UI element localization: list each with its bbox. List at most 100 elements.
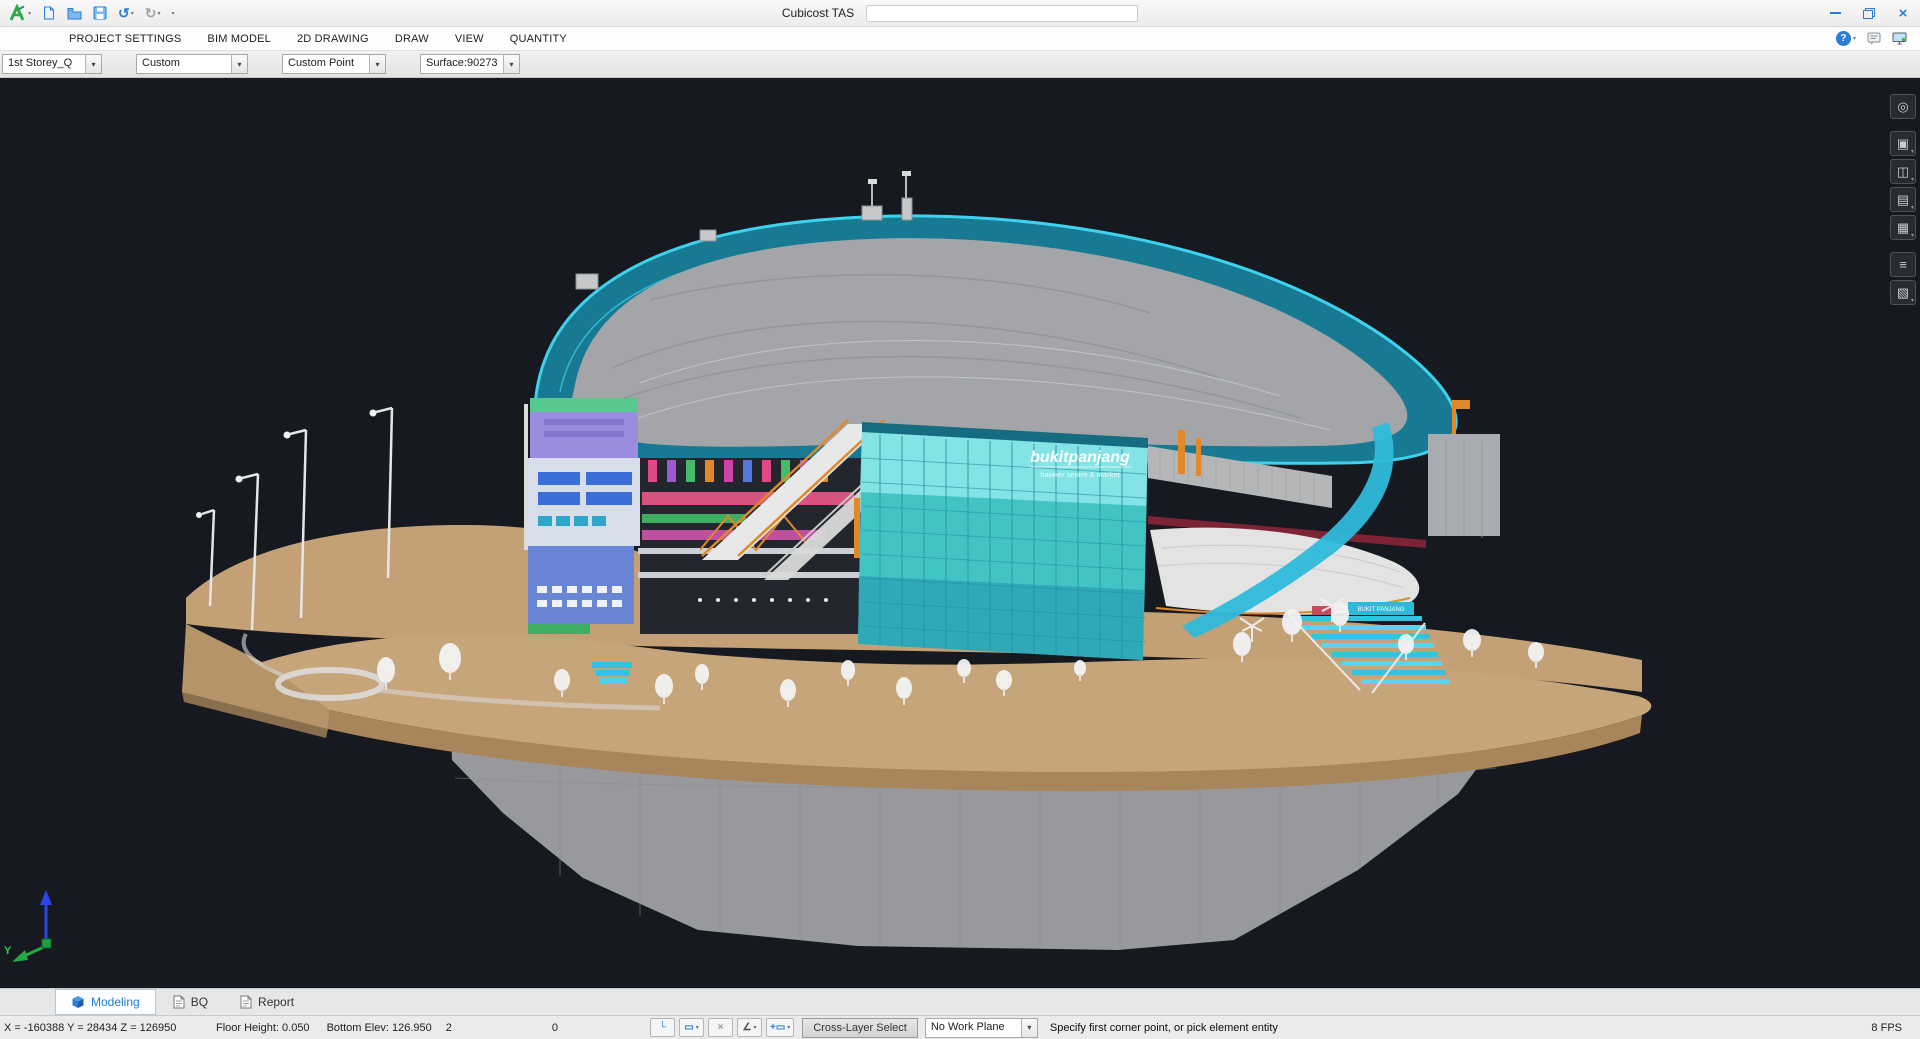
restore-button[interactable] bbox=[1852, 0, 1886, 26]
element-select[interactable]: Custom ▾ bbox=[136, 54, 248, 74]
menu-2d-drawing[interactable]: 2D DRAWING bbox=[284, 27, 382, 50]
document-icon bbox=[240, 995, 252, 1009]
coord-input-icon: +▭ bbox=[770, 1022, 785, 1033]
layers-icon: ≡ bbox=[1899, 257, 1907, 272]
menu-quantity[interactable]: QUANTITY bbox=[497, 27, 580, 50]
chevron-down-icon[interactable]: ▾ bbox=[85, 55, 101, 73]
window-controls: × bbox=[1818, 0, 1920, 26]
menu-project-settings[interactable]: PROJECT SETTINGS bbox=[56, 27, 194, 50]
building-sign-title: bukitpanjang bbox=[1030, 449, 1130, 466]
redo-icon: ↻ bbox=[145, 6, 157, 20]
work-plane-select[interactable]: No Work Plane ▾ bbox=[925, 1018, 1038, 1038]
menu-draw[interactable]: DRAW bbox=[382, 27, 442, 50]
menu-view[interactable]: VIEW bbox=[442, 27, 497, 50]
title-search-box[interactable] bbox=[866, 5, 1138, 22]
element-panel-button[interactable]: ▧ ▾ bbox=[1890, 280, 1916, 305]
undo-icon: ↺ bbox=[118, 6, 130, 20]
tab-report[interactable]: Report bbox=[225, 989, 309, 1015]
cursor-coordinates: X = -160388 Y = 28434 Z = 126950 bbox=[4, 1022, 208, 1034]
app-menu-button[interactable]: ▾ bbox=[6, 3, 32, 23]
ortho-mode-button[interactable]: └ bbox=[650, 1018, 675, 1037]
remote-assist-button[interactable] bbox=[1892, 32, 1907, 45]
glass-facade: bukitpanjang hawker centre & market bbox=[854, 422, 1148, 660]
bottom-elev-label: Bottom Elev: 126.950 bbox=[327, 1022, 432, 1034]
tab-report-label: Report bbox=[258, 995, 294, 1009]
chevron-down-icon: ▾ bbox=[753, 1024, 756, 1031]
chevron-down-icon: ▾ bbox=[787, 1024, 790, 1031]
menu-bar: PROJECT SETTINGS BIM MODEL 2D DRAWING DR… bbox=[0, 27, 1920, 51]
menu-bim-model[interactable]: BIM MODEL bbox=[194, 27, 284, 50]
layer-tools-group: ≡ ▧ ▾ bbox=[1890, 252, 1916, 305]
building-left-tower bbox=[524, 398, 640, 634]
feedback-icon bbox=[1867, 32, 1881, 45]
open-folder-icon bbox=[67, 7, 82, 20]
help-button[interactable]: ? ▾ bbox=[1836, 31, 1856, 46]
tab-bq-label: BQ bbox=[191, 995, 208, 1009]
undo-button[interactable]: ↺ ▾ bbox=[117, 5, 135, 21]
new-file-button[interactable] bbox=[41, 5, 57, 21]
display-style-button[interactable]: ◫ ▾ bbox=[1890, 159, 1916, 184]
close-button[interactable]: × bbox=[1886, 0, 1920, 26]
save-button[interactable] bbox=[92, 5, 108, 21]
count-field-a: 2 bbox=[446, 1022, 452, 1034]
model-3d-view[interactable]: bukitpanjang hawker centre & market bbox=[0, 78, 1920, 988]
layers-button[interactable]: ≡ bbox=[1890, 252, 1916, 277]
chevron-down-icon: ▾ bbox=[28, 10, 31, 17]
chevron-down-icon: ▾ bbox=[1911, 148, 1914, 155]
display-style-icon: ◫ bbox=[1897, 164, 1909, 180]
redo-button[interactable]: ↻ ▾ bbox=[144, 5, 162, 21]
angle-snap-button[interactable]: ∠ ▾ bbox=[737, 1018, 762, 1037]
coordinate-input-button[interactable]: +▭ ▾ bbox=[766, 1018, 794, 1037]
snap-toggle-button[interactable]: × bbox=[708, 1018, 733, 1037]
chevron-down-icon[interactable]: ▾ bbox=[231, 55, 247, 73]
section-box-icon: ▦ bbox=[1897, 220, 1909, 236]
axis-y-label: Y bbox=[4, 945, 12, 957]
feedback-button[interactable] bbox=[1867, 32, 1881, 45]
building-sign-subtitle: hawker centre & market bbox=[1040, 470, 1120, 479]
chevron-down-icon: ▾ bbox=[696, 1024, 699, 1031]
view-tools-group: ▣ ▾ ◫ ▾ ▤ ▾ ▦ ▾ bbox=[1890, 131, 1916, 240]
tab-modeling[interactable]: Modeling bbox=[55, 989, 156, 1015]
section-box-button[interactable]: ▦ ▾ bbox=[1890, 215, 1916, 240]
open-file-button[interactable] bbox=[66, 6, 83, 21]
viewport-tool-column: ◎ ▣ ▾ ◫ ▾ ▤ ▾ ▦ ▾ bbox=[1890, 94, 1916, 305]
new-file-icon bbox=[42, 6, 56, 20]
window-select-button[interactable]: ▭ ▾ bbox=[679, 1018, 704, 1037]
point-mode-select[interactable]: Custom Point ▾ bbox=[282, 54, 386, 74]
chevron-down-icon[interactable]: ▾ bbox=[369, 55, 385, 73]
orbit-view-button[interactable]: ◎ bbox=[1890, 94, 1916, 119]
storey-select[interactable]: 1st Storey_Q ▾ bbox=[2, 54, 102, 74]
minimize-button[interactable] bbox=[1818, 0, 1852, 26]
chevron-down-icon: ▾ bbox=[1853, 35, 1856, 42]
monitor-icon bbox=[1892, 32, 1907, 45]
point-mode-value: Custom Point bbox=[283, 55, 369, 73]
customize-toolbar-button[interactable]: ▾ bbox=[171, 9, 176, 18]
title-area: Cubicost TAS bbox=[0, 0, 1920, 26]
visual-style-button[interactable]: ▤ ▾ bbox=[1890, 187, 1916, 212]
surface-select[interactable]: Surface:90273 ▾ bbox=[420, 54, 520, 74]
chevron-down-icon[interactable]: ▾ bbox=[1021, 1019, 1037, 1037]
viewport-3d[interactable]: bukitpanjang hawker centre & market bbox=[0, 78, 1920, 988]
cross-layer-select-button[interactable]: Cross-Layer Select bbox=[802, 1018, 918, 1038]
orbit-icon: ◎ bbox=[1897, 99, 1908, 115]
tab-modeling-label: Modeling bbox=[91, 995, 140, 1009]
snap-off-icon: × bbox=[718, 1022, 724, 1033]
close-icon: × bbox=[1899, 6, 1908, 21]
stairs-sign-label: BUKIT PANJANG bbox=[1357, 607, 1404, 613]
window-select-icon: ▭ bbox=[684, 1022, 693, 1033]
building-roof bbox=[535, 171, 1456, 463]
chevron-down-icon: ▾ bbox=[1911, 204, 1914, 211]
cube-icon bbox=[71, 995, 85, 1009]
restore-icon bbox=[1863, 8, 1875, 19]
chevron-down-icon[interactable]: ▾ bbox=[503, 55, 519, 73]
context-toolbar: 1st Storey_Q ▾ Custom ▾ Custom Point ▾ S… bbox=[0, 51, 1920, 78]
surface-select-value: Surface:90273 bbox=[421, 55, 503, 73]
count-field-b: 0 bbox=[552, 1022, 558, 1034]
angle-snap-icon: ∠ bbox=[743, 1022, 752, 1033]
status-bar: X = -160388 Y = 28434 Z = 126950 Floor H… bbox=[0, 1015, 1920, 1039]
view-cube-icon: ▣ bbox=[1897, 136, 1909, 152]
quick-access-toolbar: ▾ ↺ bbox=[0, 3, 176, 23]
tab-bq[interactable]: BQ bbox=[158, 989, 223, 1015]
command-prompt: Specify first corner point, or pick elem… bbox=[1050, 1022, 1278, 1034]
view-cube-button[interactable]: ▣ ▾ bbox=[1890, 131, 1916, 156]
